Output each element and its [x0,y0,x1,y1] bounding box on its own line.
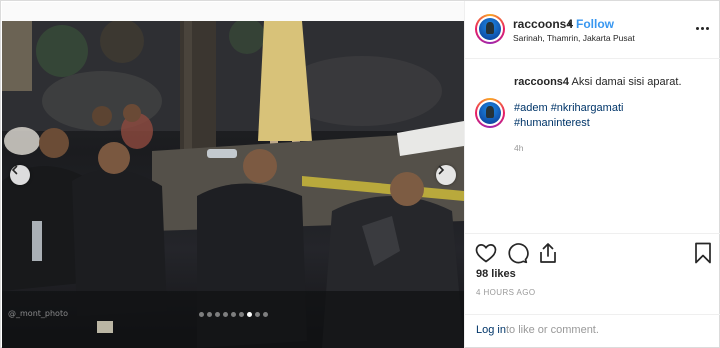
carousel-dot [214,312,220,317]
likes-count[interactable]: 98 likes [476,268,516,280]
hashtag-line-2[interactable]: #humaninterest [514,117,590,129]
comment-icon[interactable] [505,241,529,265]
carousel-dot [262,312,268,317]
avatar-image [479,18,501,40]
comment-avatar[interactable] [475,98,505,128]
login-link[interactable]: Log in [476,324,506,336]
carousel-prev-button[interactable] [10,165,30,185]
username-link[interactable]: raccoons4 [513,17,573,31]
carousel-dot [254,312,260,317]
carousel-next-button[interactable] [436,165,456,185]
carousel-dot [222,312,228,317]
instagram-post: @_mont_photo raccoons4 • Follow Sarinah,… [0,0,720,348]
carousel-dot [198,312,204,317]
heart-icon[interactable] [474,241,498,265]
caption-section: raccoons4 Aksi damai sisi aparat. #adem … [465,59,720,233]
carousel-dot [246,312,252,317]
location-link[interactable]: Sarinah, Thamrin, Jakarta Pusat [513,33,635,43]
avatar[interactable] [475,14,505,44]
more-options-icon [695,26,699,30]
bookmark-icon[interactable] [691,241,715,265]
chevron-left-icon [11,165,18,175]
carousel-dot [238,312,244,317]
post-photo[interactable]: @_mont_photo [2,21,464,348]
post-timestamp[interactable]: 4 HOURS AGO [476,288,536,297]
chevron-right-icon [438,165,445,175]
top-strip [2,2,464,22]
post-header: raccoons4 • Follow Sarinah, Thamrin, Jak… [465,1,720,59]
header-separator: • [568,17,573,31]
hashtag-line-1[interactable]: #adem #nkrihargamati [514,102,623,114]
caption-username[interactable]: raccoons4 [514,76,569,88]
post-sidebar: raccoons4 • Follow Sarinah, Thamrin, Jak… [464,1,720,348]
carousel-dot [230,312,236,317]
post-actions: 98 likes 4 HOURS AGO Log in to like or c… [465,233,720,348]
carousel-dot [206,312,212,317]
caption-timestamp[interactable]: 4h [514,143,523,153]
login-prompt: Log in to like or comment. [465,314,720,348]
more-options-button[interactable] [693,19,711,37]
login-prompt-text: to like or comment. [506,324,599,336]
share-icon[interactable] [536,241,560,265]
photo-scene [2,21,464,348]
carousel-indicator [2,312,464,317]
caption: raccoons4 Aksi damai sisi aparat. [514,76,682,88]
avatar-image [479,102,501,124]
caption-text: Aksi damai sisi aparat. [571,76,682,88]
follow-button[interactable]: Follow [576,17,614,31]
